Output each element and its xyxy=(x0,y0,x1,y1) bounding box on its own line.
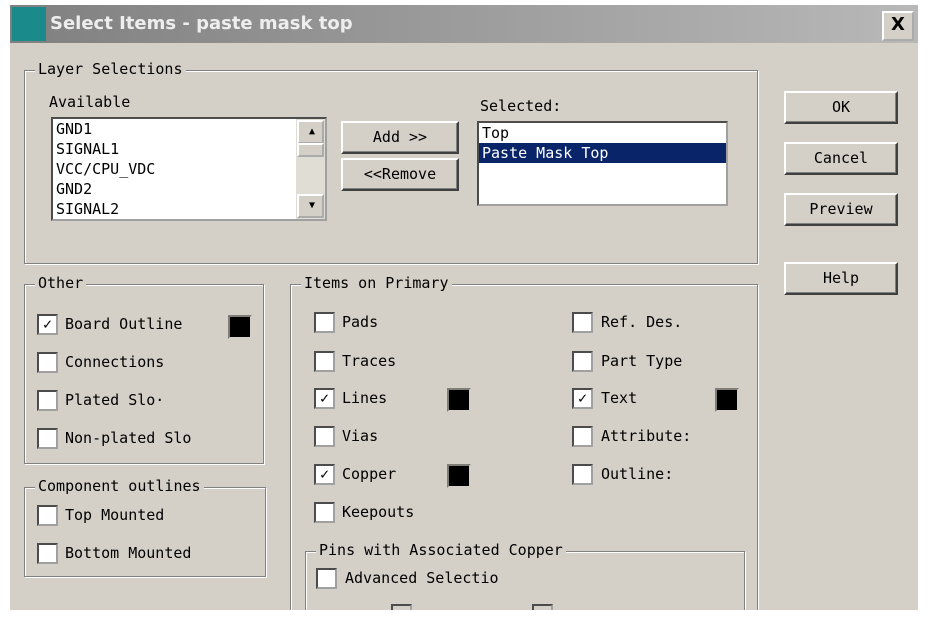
keepouts-checkbox[interactable] xyxy=(314,502,335,523)
checkbox-label: Plated Slo· xyxy=(65,391,165,409)
advanced-selection-checkbox[interactable] xyxy=(316,568,337,589)
part-type-checkbox[interactable] xyxy=(572,351,593,372)
remove-button[interactable]: <<Remove xyxy=(341,158,459,191)
group-legend: Items on Primary xyxy=(301,274,452,292)
cancel-button[interactable]: Cancel xyxy=(784,142,898,175)
component-outlines-group: Component outlines Top Mounted Bottom Mo… xyxy=(24,477,266,577)
items-on-primary-group: Items on Primary Pads Traces ✓ Lines Via… xyxy=(290,274,758,610)
group-legend: Layer Selections xyxy=(35,60,186,78)
checkbox-label: Pads xyxy=(342,313,379,331)
traces-checkbox[interactable] xyxy=(314,351,335,372)
checkbox-label: Connections xyxy=(65,353,165,371)
group-legend: Component outlines xyxy=(35,477,204,495)
disabled-checkbox xyxy=(532,604,553,610)
scroll-thumb[interactable] xyxy=(297,143,324,157)
checkbox-label: Advanced Selectio xyxy=(345,569,499,587)
checkbox-label: Lines xyxy=(342,389,388,407)
pads-checkbox[interactable] xyxy=(314,312,335,333)
checkbox-label: Text xyxy=(601,389,638,407)
lines-color-swatch[interactable] xyxy=(447,388,471,412)
list-item[interactable]: SIGNAL1 xyxy=(53,139,325,159)
available-label: Available xyxy=(49,93,131,111)
top-mounted-checkbox[interactable] xyxy=(37,505,58,526)
list-item[interactable]: VCC/CPU_VDC xyxy=(53,159,325,179)
lines-checkbox[interactable]: ✓ xyxy=(314,388,335,409)
checkbox-label: Vias xyxy=(342,427,379,445)
checkbox-label: Board Outline xyxy=(65,315,183,333)
checkbox-label: Non-plated Slo xyxy=(65,429,192,447)
scroll-down-icon[interactable]: ▼ xyxy=(297,194,324,218)
checkbox-label: Attribute: xyxy=(601,427,692,445)
checkbox-label: Top Mounted xyxy=(65,506,165,524)
list-item[interactable]: Top xyxy=(479,123,726,143)
close-button[interactable]: X xyxy=(882,11,914,41)
ref-des-checkbox[interactable] xyxy=(572,312,593,333)
text-checkbox[interactable]: ✓ xyxy=(572,388,593,409)
title-bar[interactable]: Select Items - paste mask top X xyxy=(10,5,918,43)
select-items-dialog: Select Items - paste mask top X Layer Se… xyxy=(10,5,918,610)
checkbox-label: Ref. Des. xyxy=(601,313,683,331)
scroll-up-icon[interactable]: ▲ xyxy=(297,120,324,144)
non-plated-slots-checkbox[interactable] xyxy=(37,428,58,449)
checkbox-label: Bottom Mounted xyxy=(65,544,192,562)
window-title: Select Items - paste mask top xyxy=(50,13,353,34)
list-item-selected[interactable]: Paste Mask Top xyxy=(479,143,726,163)
disabled-checkbox xyxy=(391,604,412,610)
selected-label: Selected: xyxy=(480,97,562,115)
connections-checkbox[interactable] xyxy=(37,352,58,373)
board-outline-color-swatch[interactable] xyxy=(228,315,252,339)
text-color-swatch[interactable] xyxy=(715,388,739,412)
app-icon xyxy=(12,7,46,41)
attribute-checkbox[interactable] xyxy=(572,426,593,447)
group-legend: Pins with Associated Copper xyxy=(316,541,566,559)
checkbox-label: Part Type xyxy=(601,352,683,370)
available-listbox[interactable]: GND1 SIGNAL1 VCC/CPU_VDC GND2 SIGNAL2 ▲ … xyxy=(51,117,327,221)
outline-checkbox[interactable] xyxy=(572,464,593,485)
layer-selections-group: Layer Selections Available GND1 SIGNAL1 … xyxy=(24,60,758,264)
list-item[interactable]: GND1 xyxy=(53,119,325,139)
checkbox-label: Outline: xyxy=(601,465,674,483)
list-item[interactable]: GND2 xyxy=(53,179,325,199)
board-outline-checkbox[interactable]: ✓ xyxy=(37,314,58,335)
list-item[interactable]: SIGNAL2 xyxy=(53,199,325,219)
group-legend: Other xyxy=(35,274,87,292)
vias-checkbox[interactable] xyxy=(314,426,335,447)
help-button[interactable]: Help xyxy=(784,262,898,295)
selected-listbox[interactable]: Top Paste Mask Top xyxy=(477,121,728,206)
add-button[interactable]: Add >> xyxy=(341,121,459,154)
scrollbar[interactable]: ▲ ▼ xyxy=(296,119,325,219)
copper-color-swatch[interactable] xyxy=(447,464,471,488)
copper-checkbox[interactable]: ✓ xyxy=(314,464,335,485)
checkbox-label: Keepouts xyxy=(342,503,415,521)
ok-button[interactable]: OK xyxy=(784,91,898,124)
pins-group: Pins with Associated Copper Advanced Sel… xyxy=(305,541,745,610)
checkbox-label: Traces xyxy=(342,352,397,370)
plated-slots-checkbox[interactable] xyxy=(37,390,58,411)
other-group: Other ✓ Board Outline Connections Plated… xyxy=(24,274,264,464)
preview-button[interactable]: Preview xyxy=(784,193,898,226)
bottom-mounted-checkbox[interactable] xyxy=(37,543,58,564)
checkbox-label: Copper xyxy=(342,465,397,483)
